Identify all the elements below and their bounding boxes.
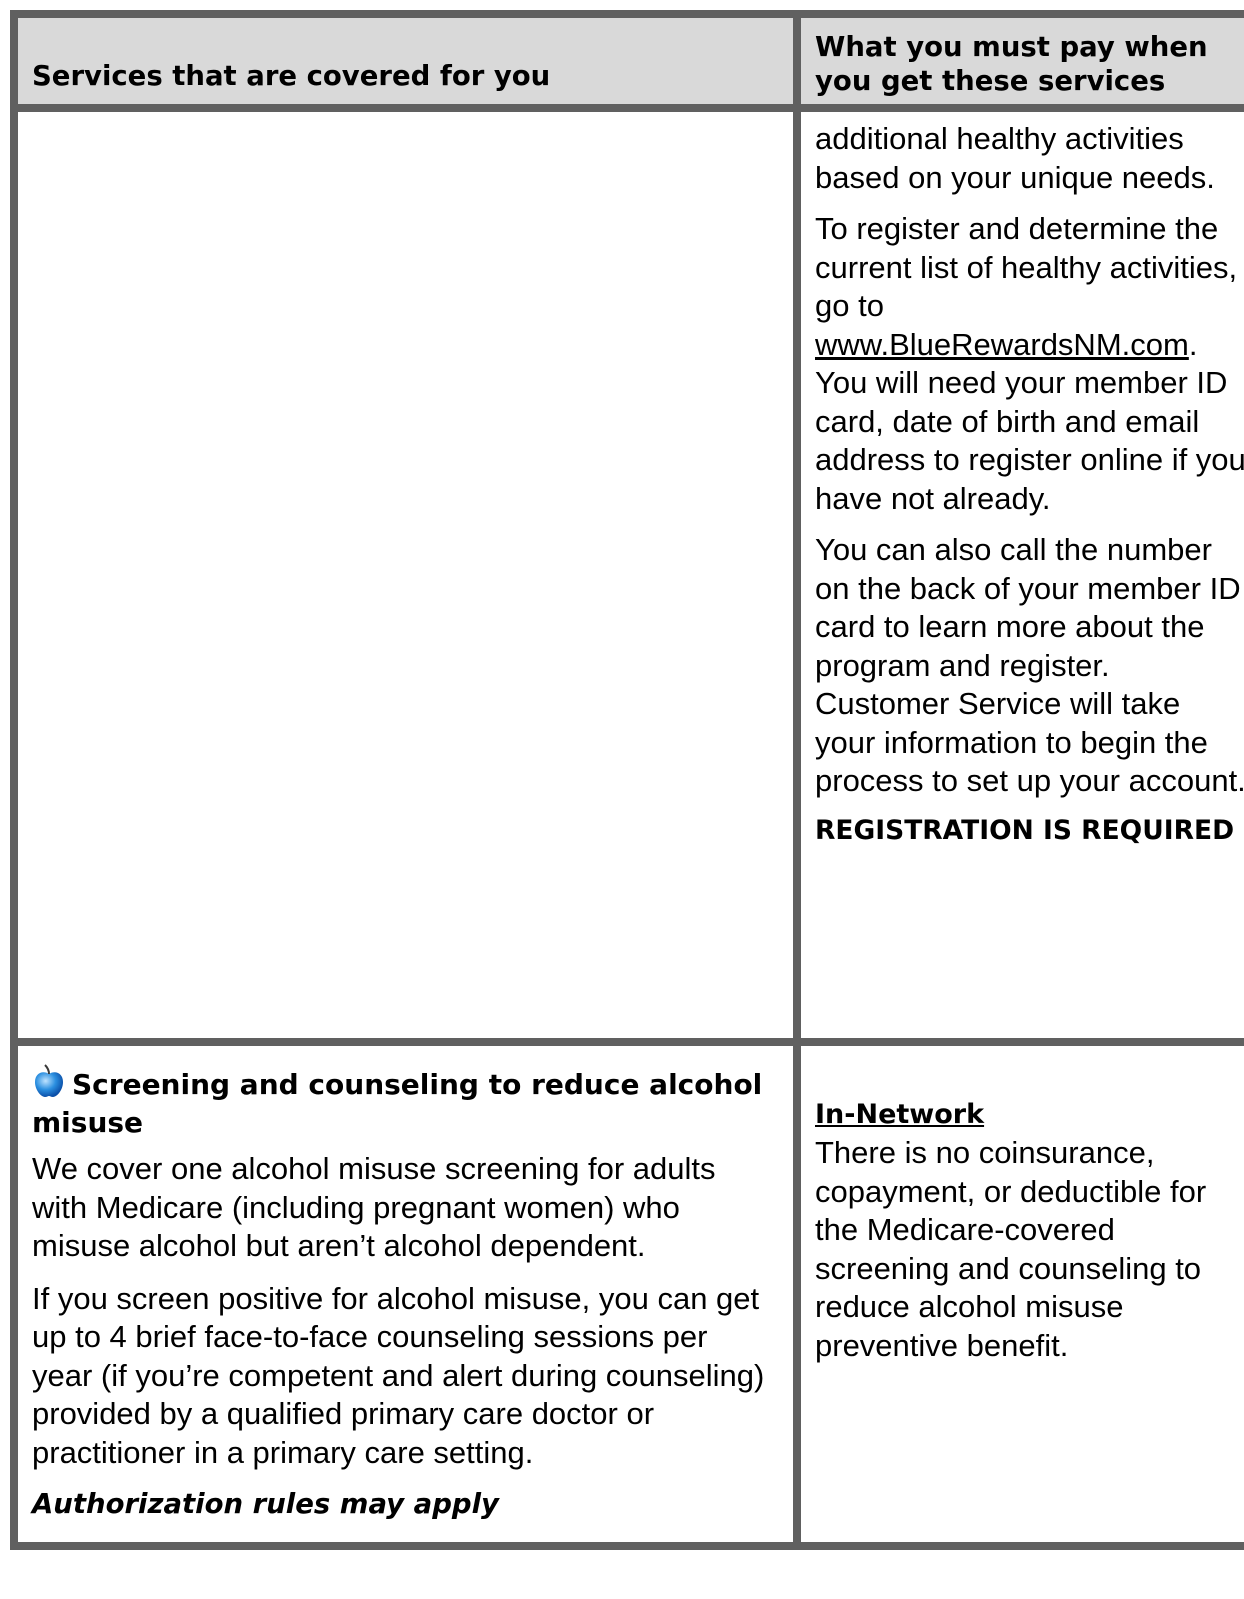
registration-required: REGISTRATION IS REQUIRED [815, 814, 1235, 846]
service-cell-empty [10, 104, 801, 1046]
table-row: additional healthy activities based on y… [10, 104, 1244, 1046]
benefits-table: Services that are covered for you What y… [10, 10, 1244, 1550]
service-paragraph: We cover one alcohol misuse screening fo… [32, 1151, 716, 1263]
bluerewards-link[interactable]: www.BlueRewardsNM.com [815, 327, 1189, 362]
header-what-you-pay: What you must pay when you get these ser… [793, 10, 1244, 112]
register-text: To register and determine the current li… [815, 211, 1238, 323]
document-page: Services that are covered for you What y… [0, 0, 1244, 1599]
apple-icon [32, 1064, 66, 1106]
authorization-note: Authorization rules may apply [32, 1488, 499, 1520]
service-title-text: Screening and counseling to reduce alcoh… [32, 1068, 763, 1139]
service-cell: Screening and counseling to reduce alcoh… [10, 1038, 801, 1550]
in-network-text: There is no coinsurance, copayment, or d… [815, 1135, 1207, 1363]
cost-cell: In-Network There is no coinsurance, copa… [793, 1038, 1244, 1550]
header-services-covered: Services that are covered for you [10, 10, 801, 112]
cost-cell: additional healthy activities based on y… [793, 104, 1244, 1046]
call-paragraph: You can also call the number on the back… [815, 532, 1244, 798]
register-paragraph: To register and determine the current li… [815, 210, 1244, 518]
service-paragraph: If you screen positive for alcohol misus… [32, 1280, 765, 1470]
in-network-label: In-Network [815, 1099, 985, 1130]
service-title: Screening and counseling to reduce alcoh… [32, 1064, 769, 1140]
table-header-row: Services that are covered for you What y… [10, 10, 1244, 112]
cost-paragraph: additional healthy activities based on y… [815, 121, 1215, 195]
table-row: Screening and counseling to reduce alcoh… [10, 1038, 1244, 1550]
